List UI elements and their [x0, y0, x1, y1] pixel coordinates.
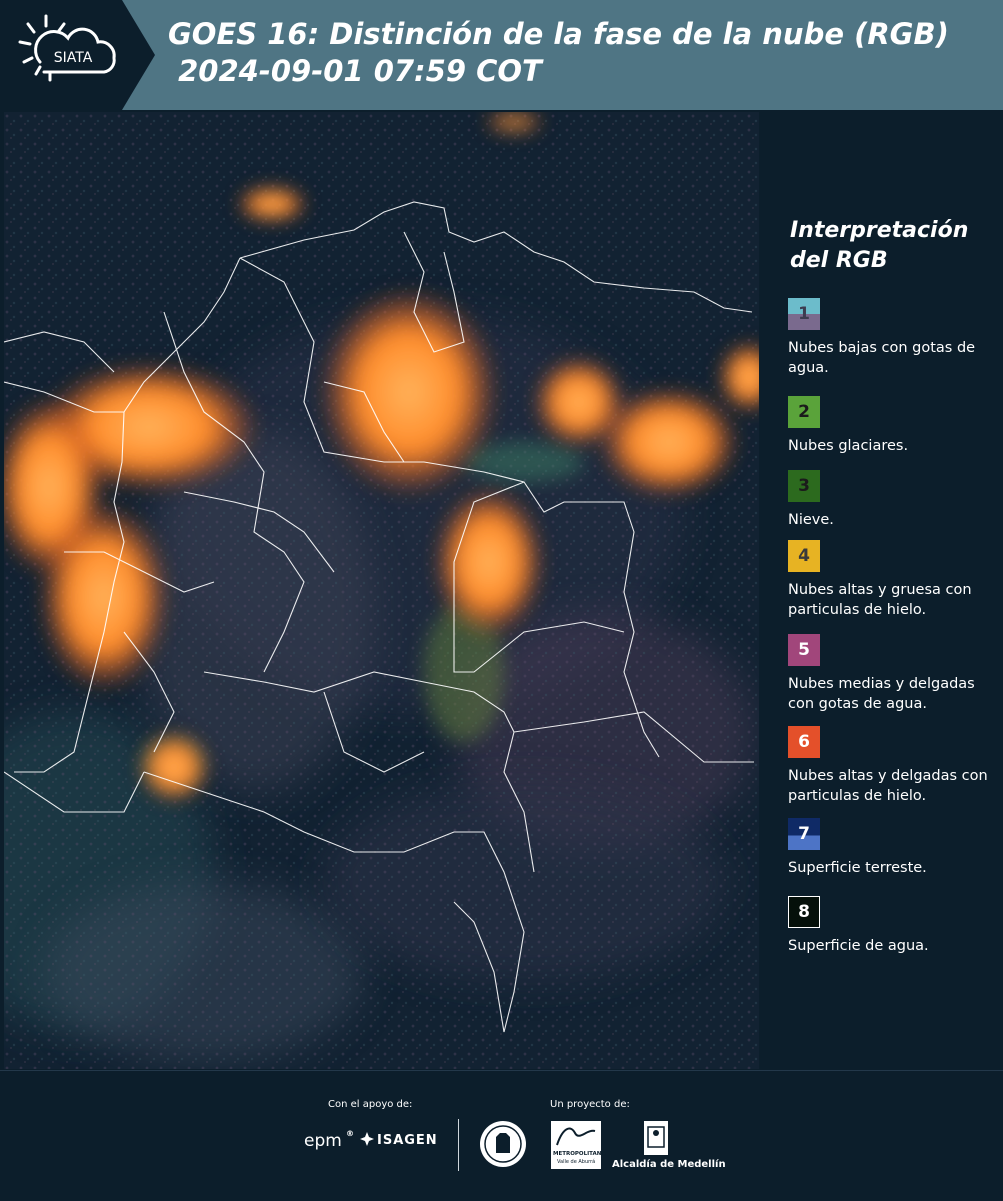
legend-swatch-8: 8: [788, 896, 820, 928]
alcaldia-crest-icon: [641, 1119, 671, 1157]
legend-item-4: 4 Nubes altas y gruesa con particulas de…: [788, 540, 998, 620]
satellite-map: [4, 112, 759, 1069]
legend-swatch-2: 2: [788, 396, 820, 428]
legend-item-1: 1 Nubes bajas con gotas de agua.: [788, 298, 998, 378]
isagen-logo: ISAGEN: [377, 1133, 438, 1148]
legend-title-line-1: Interpretación: [790, 218, 969, 243]
legend-title: Interpretación del RGB: [790, 216, 968, 276]
area-metropolitana-logo: METROPOLITANA Valle de Aburrá: [551, 1121, 606, 1169]
legend-swatch-7: 7: [788, 818, 820, 850]
legend-swatch-6: 6: [788, 726, 820, 758]
legend-item-2: 2 Nubes glaciares.: [788, 396, 998, 456]
isagen-icon: [360, 1131, 374, 1146]
registered-mark: ®: [346, 1129, 354, 1138]
legend-swatch-3: 3: [788, 470, 820, 502]
footer: Con el apoyo de: Un proyecto de: epm ® I…: [0, 1070, 1003, 1201]
legend-item-6: 6 Nubes altas y delgadas con particulas …: [788, 726, 998, 806]
legend-label-2: Nubes glaciares.: [788, 438, 909, 454]
legend-item-7: 7 Superficie terreste.: [788, 818, 998, 878]
legend-label-5: Nubes medias y delgadas con gotas de agu…: [788, 676, 975, 712]
legend-label-1: Nubes bajas con gotas de agua.: [788, 340, 976, 376]
legend-swatch-5: 5: [788, 634, 820, 666]
alcaldia-logo: Alcaldía de Medellín: [612, 1159, 726, 1170]
support-label: Con el apoyo de:: [328, 1099, 413, 1110]
legend-label-4: Nubes altas y gruesa con particulas de h…: [788, 582, 972, 618]
area-line-2: Valle de Aburrá: [557, 1159, 596, 1165]
legend-item-8: 8 Superficie de agua.: [788, 896, 998, 956]
legend-label-6: Nubes altas y delgadas con particulas de…: [788, 768, 988, 804]
title-line-2: 2024-09-01 07:59 COT: [168, 54, 542, 88]
legend-label-3: Nieve.: [788, 512, 834, 528]
footer-divider: [458, 1119, 459, 1171]
seal-icon: [478, 1119, 528, 1169]
project-label: Un proyecto de:: [550, 1099, 630, 1110]
legend-swatch-4: 4: [788, 540, 820, 572]
page-title: GOES 16: Distinción de la fase de la nub…: [168, 16, 949, 90]
epm-logo: epm: [304, 1131, 342, 1151]
legend-swatch-1: 1: [788, 298, 820, 330]
siata-logo: SIATA: [0, 0, 160, 110]
logo-text: SIATA: [54, 50, 93, 66]
legend-label-8: Superficie de agua.: [788, 938, 929, 954]
area-line-1: METROPOLITANA: [553, 1151, 606, 1157]
title-line-1: GOES 16: Distinción de la fase de la nub…: [168, 17, 949, 51]
legend-item-3: 3 Nieve.: [788, 470, 998, 530]
header-bar: SIATA GOES 16: Distinción de la fase de …: [0, 0, 1003, 110]
legend-label-7: Superficie terreste.: [788, 860, 927, 876]
legend-title-line-2: del RGB: [790, 248, 888, 273]
legend-item-5: 5 Nubes medias y delgadas con gotas de a…: [788, 634, 998, 714]
legend-panel: Interpretación del RGB 1 Nubes bajas con…: [762, 112, 1003, 1069]
